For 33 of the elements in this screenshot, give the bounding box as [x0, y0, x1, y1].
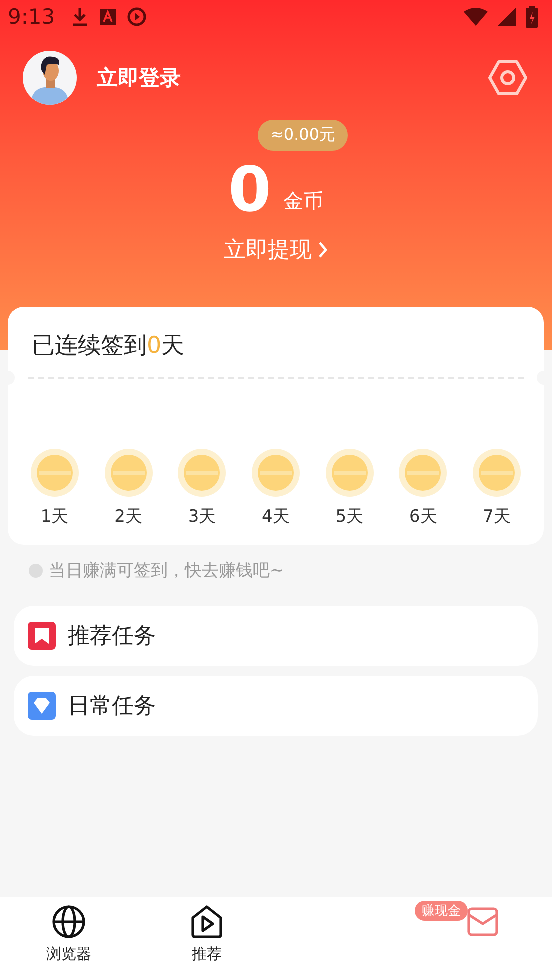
- battery-icon: [526, 6, 538, 28]
- status-time: 9:13: [8, 5, 56, 29]
- chevron-icon: [318, 241, 328, 259]
- day-label: 5天: [336, 506, 364, 528]
- day-label: 4天: [262, 506, 290, 528]
- task-row[interactable]: 日常任务: [14, 676, 538, 736]
- signal-icon: [498, 8, 516, 26]
- day-label: 3天: [188, 506, 216, 528]
- day-label: 7天: [483, 506, 511, 528]
- a-letter-icon: [99, 8, 118, 26]
- day-label: 6天: [409, 506, 438, 528]
- coin-count: 0: [228, 153, 272, 227]
- play-house-icon: [190, 905, 224, 939]
- day-label: 2天: [114, 506, 142, 528]
- day-label: 1天: [40, 506, 69, 528]
- cash-badge: 赚现金: [415, 901, 468, 921]
- nav-tab[interactable]: 浏览器: [0, 897, 138, 979]
- cash-badge: ≈0.00元: [258, 120, 348, 151]
- avatar-icon[interactable]: [23, 51, 77, 105]
- coin-unit: 金币: [284, 188, 324, 215]
- wifi-icon: [464, 8, 488, 26]
- globe-icon: [52, 905, 86, 939]
- download-icon: [71, 7, 90, 27]
- bookmark-icon: [28, 622, 56, 650]
- task-row[interactable]: 推荐任务: [14, 606, 538, 666]
- checkin-title: 已连续签到0天: [31, 332, 186, 357]
- envelope-icon: [466, 905, 500, 939]
- settings-icon[interactable]: [488, 58, 528, 98]
- task-label: 推荐任务: [68, 623, 156, 651]
- nav-tab[interactable]: 推荐: [138, 897, 276, 979]
- task-label: 日常任务: [68, 693, 156, 721]
- play-icon: [127, 7, 148, 27]
- hint-text: 当日赚满可签到，快去赚钱吧~: [49, 560, 284, 582]
